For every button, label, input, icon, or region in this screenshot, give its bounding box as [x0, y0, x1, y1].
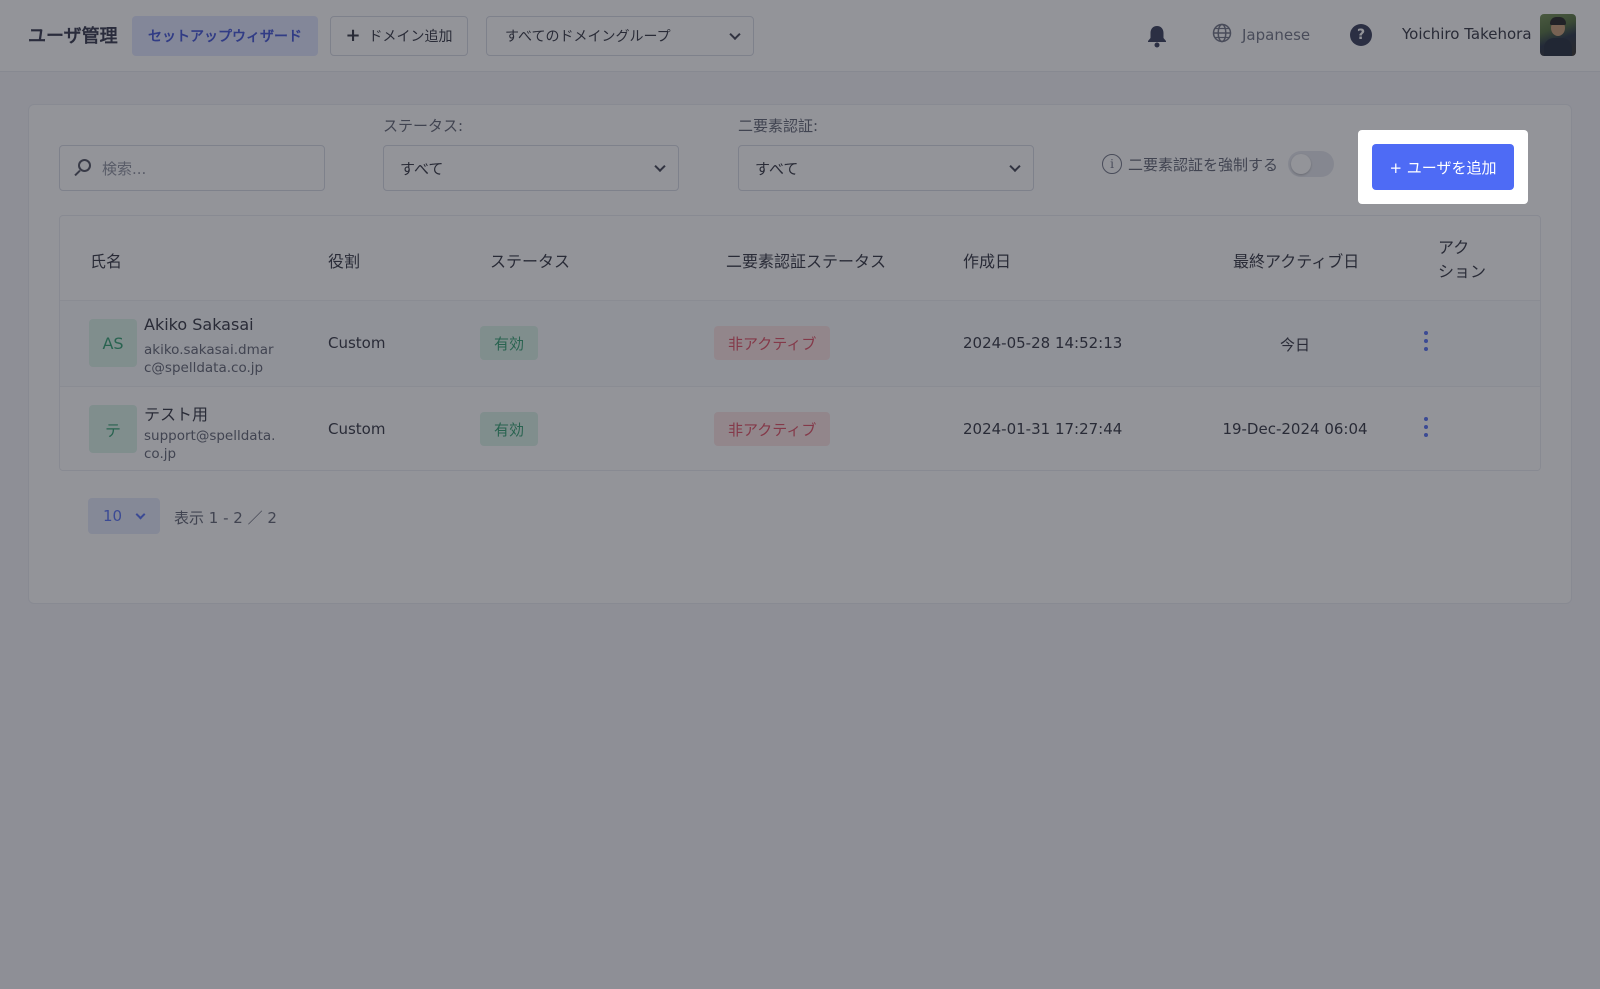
user-name: Akiko Sakasai — [144, 315, 254, 334]
created-date: 2024-05-28 14:52:13 — [963, 334, 1123, 352]
user-role: Custom — [328, 334, 386, 352]
status-filter-label: ステータス: — [383, 117, 464, 135]
column-header-actions: アク ション — [1438, 238, 1487, 281]
search-icon — [74, 159, 92, 177]
user-email: akiko.sakasai.dmarc@spelldata.co.jp — [144, 342, 274, 376]
twofa-filter-selected: すべて — [755, 159, 799, 178]
column-header-role: 役割 — [328, 252, 361, 271]
created-date: 2024-01-31 17:27:44 — [963, 420, 1123, 438]
page-size-select[interactable]: 10 — [88, 498, 160, 534]
status-filter-selected: すべて — [400, 159, 444, 178]
enforce-twofa-label: 二要素認証を強制する — [1128, 155, 1279, 174]
help-icon[interactable]: ? — [1350, 24, 1372, 46]
table-row: AS Akiko Sakasai akiko.sakasai.dmarc@spe… — [60, 300, 1540, 386]
user-list-card: 検索... ステータス: すべて 二要素認証: すべて i 二要素認証を強制する… — [28, 104, 1572, 604]
enforce-twofa-control: i 二要素認証を強制する — [1102, 151, 1335, 177]
globe-icon — [1212, 23, 1232, 47]
user-email: support@spelldata.co.jp — [144, 428, 276, 462]
chevron-down-icon — [1009, 160, 1021, 173]
table-row: テ テスト用 support@spelldata.co.jp Custom 有効… — [60, 386, 1540, 470]
language-selector[interactable]: Japanese — [1212, 22, 1310, 48]
column-header-last-active: 最終アクティブ日 — [1233, 252, 1360, 271]
info-icon[interactable]: i — [1102, 154, 1122, 174]
plus-icon: + — [345, 25, 361, 46]
column-header-twofa-status: 二要素認証ステータス — [726, 252, 887, 271]
users-table: 氏名 役割 ステータス 二要素認証ステータス 作成日 最終アクティブ日 アク シ… — [59, 215, 1541, 471]
twofa-status-badge: 非アクティブ — [714, 412, 831, 446]
status-badge: 有効 — [480, 326, 539, 360]
twofa-status-badge: 非アクティブ — [714, 326, 831, 360]
chevron-down-icon — [729, 28, 741, 41]
user-role: Custom — [328, 420, 386, 438]
avatar: テ — [89, 405, 137, 453]
domain-group-selected: すべてのドメイングループ — [505, 29, 671, 45]
column-header-name: 氏名 — [90, 252, 123, 271]
enforce-twofa-toggle[interactable] — [1288, 151, 1335, 177]
add-user-button[interactable]: + ユーザを追加 — [1372, 144, 1514, 190]
top-header: ユーザ管理 セットアップウィザード + ドメイン追加 すべてのドメイングループ … — [0, 0, 1600, 72]
column-header-status: ステータス — [490, 252, 571, 271]
kebab-menu-icon[interactable] — [1423, 417, 1429, 437]
chevron-down-icon — [654, 160, 666, 173]
column-header-created: 作成日 — [963, 252, 1012, 271]
page-size-value: 10 — [103, 507, 123, 525]
add-domain-label: ドメイン追加 — [368, 29, 453, 45]
chevron-down-icon — [135, 509, 146, 520]
language-label: Japanese — [1242, 26, 1311, 44]
avatar[interactable] — [1540, 14, 1576, 56]
twofa-filter-select[interactable]: すべて — [738, 145, 1034, 191]
twofa-filter-label: 二要素認証: — [738, 117, 819, 135]
last-active-date: 今日 — [1279, 336, 1310, 354]
kebab-menu-icon[interactable] — [1423, 331, 1429, 351]
search-input[interactable]: 検索... — [59, 145, 325, 191]
avatar-body — [1544, 38, 1572, 56]
avatar: AS — [89, 319, 137, 367]
last-active-date: 19-Dec-2024 06:04 — [1222, 420, 1368, 438]
status-badge: 有効 — [480, 412, 539, 446]
pagination-info: 表示 1 - 2 ／ 2 — [174, 509, 277, 527]
avatar-hair — [1550, 17, 1566, 25]
add-domain-button[interactable]: + ドメイン追加 — [330, 16, 468, 56]
user-name[interactable]: Yoichiro Takehora — [1402, 25, 1532, 43]
bell-icon[interactable] — [1146, 24, 1168, 48]
table-header: 氏名 役割 ステータス 二要素認証ステータス 作成日 最終アクティブ日 アク シ… — [60, 216, 1540, 300]
user-name: テスト用 — [144, 405, 209, 424]
status-filter-select[interactable]: すべて — [383, 145, 679, 191]
search-placeholder: 検索... — [102, 159, 147, 178]
page-title: ユーザ管理 — [28, 26, 118, 47]
domain-group-select[interactable]: すべてのドメイングループ — [486, 16, 754, 56]
setup-wizard-button[interactable]: セットアップウィザード — [132, 16, 318, 56]
